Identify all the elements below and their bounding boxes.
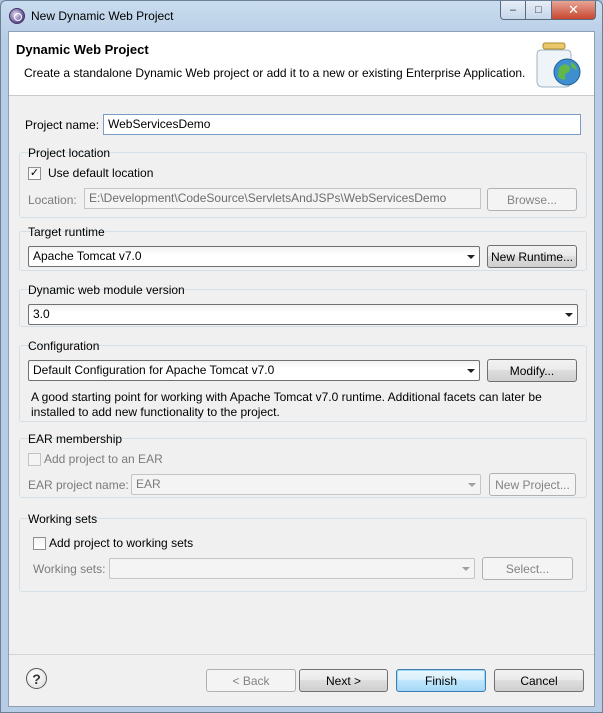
ear-project-name-label: EAR project name: <box>28 478 129 492</box>
wizard-banner: Dynamic Web Project Create a standalone … <box>9 32 594 96</box>
target-runtime-select[interactable]: Apache Tomcat v7.0 <box>28 246 480 267</box>
back-button[interactable]: < Back <box>206 669 296 692</box>
next-button[interactable]: Next > <box>299 669 388 692</box>
working-sets-select[interactable] <box>109 558 475 579</box>
target-runtime-value: Apache Tomcat v7.0 <box>33 249 142 263</box>
title-bar[interactable]: New Dynamic Web Project – □ ✕ <box>1 1 602 31</box>
module-version-select[interactable]: 3.0 <box>28 304 578 325</box>
chevron-down-icon <box>462 567 470 571</box>
ear-project-value: EAR <box>136 477 161 491</box>
chevron-down-icon <box>468 483 476 487</box>
configuration-label: Configuration <box>28 339 100 353</box>
maximize-button[interactable]: □ <box>526 1 552 20</box>
check-mark-icon: ✓ <box>29 167 40 179</box>
module-version-value: 3.0 <box>33 307 50 321</box>
minimize-button[interactable]: – <box>500 1 526 20</box>
configuration-value: Default Configuration for Apache Tomcat … <box>33 363 275 377</box>
use-default-location-label[interactable]: Use default location <box>48 166 153 180</box>
working-sets-field-label: Working sets: <box>33 562 106 576</box>
eclipse-icon <box>9 8 25 24</box>
modify-button[interactable]: Modify... <box>487 359 577 382</box>
location-label: Location: <box>28 193 77 207</box>
use-default-location-checkbox[interactable]: ✓ <box>28 167 41 180</box>
add-to-ear-checkbox[interactable] <box>28 453 41 466</box>
select-working-sets-button[interactable]: Select... <box>482 557 573 580</box>
add-to-working-sets-checkbox[interactable] <box>33 537 46 550</box>
page-description: Create a standalone Dynamic Web project … <box>24 66 526 80</box>
dialog-client: Dynamic Web Project Create a standalone … <box>8 31 595 707</box>
dialog-window: New Dynamic Web Project – □ ✕ Dynamic We… <box>0 0 603 713</box>
web-project-jar-globe-icon <box>536 42 581 88</box>
working-sets-label: Working sets <box>28 512 98 526</box>
chevron-down-icon <box>467 255 475 259</box>
working-sets-group <box>19 518 587 592</box>
project-name-input[interactable]: WebServicesDemo <box>103 114 581 135</box>
target-runtime-label: Target runtime <box>28 225 105 239</box>
add-to-ear-label[interactable]: Add project to an EAR <box>44 452 163 466</box>
cancel-button[interactable]: Cancel <box>494 669 584 692</box>
add-to-working-sets-label[interactable]: Add project to working sets <box>49 536 193 550</box>
footer-separator <box>9 654 594 655</box>
chevron-down-icon <box>467 369 475 373</box>
help-icon[interactable]: ? <box>26 668 47 689</box>
configuration-description-line2: installed to add new functionality to th… <box>31 405 280 419</box>
page-title: Dynamic Web Project <box>16 42 149 57</box>
configuration-description-line1: A good starting point for working with A… <box>31 390 542 404</box>
location-input[interactable]: E:\Development\CodeSource\ServletsAndJSP… <box>84 188 481 209</box>
new-runtime-button[interactable]: New Runtime... <box>487 245 577 268</box>
new-ear-project-button[interactable]: New Project... <box>489 473 576 496</box>
ear-project-select[interactable]: EAR <box>131 474 481 495</box>
close-button[interactable]: ✕ <box>552 1 596 20</box>
chevron-down-icon <box>565 313 573 317</box>
window-controls: – □ ✕ <box>500 1 596 20</box>
module-version-label: Dynamic web module version <box>28 283 185 297</box>
ear-membership-label: EAR membership <box>28 432 123 446</box>
finish-button[interactable]: Finish <box>396 669 486 692</box>
project-location-label: Project location <box>28 146 111 160</box>
browse-button[interactable]: Browse... <box>487 188 577 211</box>
project-name-label: Project name: <box>25 118 100 132</box>
window-title: New Dynamic Web Project <box>31 9 174 23</box>
configuration-select[interactable]: Default Configuration for Apache Tomcat … <box>28 360 480 381</box>
